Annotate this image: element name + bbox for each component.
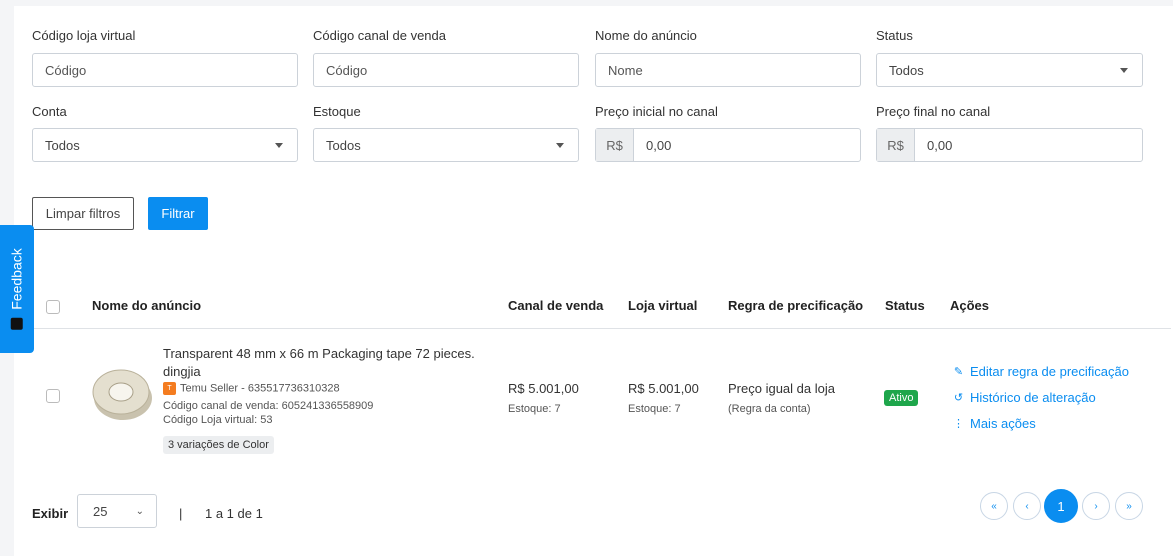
page-size-select[interactable]: 25 ⌄ bbox=[77, 494, 157, 528]
chevron-down-icon bbox=[275, 142, 283, 148]
conta-select[interactable]: Todos bbox=[32, 128, 298, 162]
exibir-label: Exibir bbox=[32, 506, 69, 521]
feedback-icon bbox=[11, 317, 24, 330]
more-actions-link[interactable]: ⋮ Mais ações bbox=[953, 416, 1036, 431]
nome-anuncio-label: Nome do anúncio bbox=[595, 28, 697, 43]
header-nome[interactable]: Nome do anúncio bbox=[92, 298, 201, 313]
status-label: Status bbox=[876, 28, 913, 43]
range-divider: | bbox=[179, 506, 183, 521]
header-acoes: Ações bbox=[950, 298, 990, 313]
edit-icon: ✎ bbox=[953, 366, 964, 378]
more-vertical-icon: ⋮ bbox=[953, 418, 964, 430]
history-icon: ↺ bbox=[953, 392, 964, 404]
last-page-button[interactable]: » bbox=[1115, 492, 1143, 520]
preco-final-label: Preço final no canal bbox=[876, 104, 991, 119]
edit-pricing-rule-link[interactable]: ✎ Editar regra de precificação bbox=[953, 364, 1129, 379]
chevron-down-icon: ⌄ bbox=[135, 505, 144, 517]
preco-inicial-input[interactable]: R$ 0,00 bbox=[595, 128, 861, 162]
codigo-loja-input[interactable]: Código bbox=[32, 53, 298, 87]
status-badge: Ativo bbox=[884, 390, 919, 406]
nome-anuncio-input[interactable]: Nome bbox=[595, 53, 861, 87]
loja-price: R$ 5.001,00 bbox=[628, 381, 699, 396]
codigo-loja-value: Código Loja virtual: 53 bbox=[163, 414, 273, 426]
chevron-down-icon bbox=[1120, 67, 1128, 73]
product-title-line1[interactable]: Transparent 48 mm x 66 m Packaging tape … bbox=[163, 346, 475, 361]
feedback-tab[interactable]: Feedback bbox=[0, 225, 34, 353]
next-page-button[interactable]: › bbox=[1082, 492, 1110, 520]
loja-stock: Estoque: 7 bbox=[628, 403, 681, 415]
clear-filters-button[interactable]: Limpar filtros bbox=[32, 197, 134, 230]
regra-sub: (Regra da conta) bbox=[728, 403, 811, 415]
estoque-label: Estoque bbox=[313, 104, 361, 119]
header-regra[interactable]: Regra de precificação bbox=[728, 298, 863, 313]
codigo-canal-label: Código canal de venda bbox=[313, 28, 446, 43]
temu-logo-icon: T bbox=[163, 382, 176, 395]
prev-page-button[interactable]: ‹ bbox=[1013, 492, 1041, 520]
status-select[interactable]: Todos bbox=[876, 53, 1143, 87]
seller-info: T Temu Seller - 635517736310328 bbox=[163, 382, 340, 395]
preco-final-input[interactable]: R$ 0,00 bbox=[876, 128, 1143, 162]
codigo-canal-input[interactable]: Código bbox=[313, 53, 579, 87]
currency-prefix: R$ bbox=[877, 129, 915, 161]
filter-panel bbox=[14, 6, 1173, 556]
currency-prefix: R$ bbox=[596, 129, 634, 161]
select-all-checkbox[interactable] bbox=[46, 300, 60, 314]
canal-price: R$ 5.001,00 bbox=[508, 381, 579, 396]
preco-inicial-label: Preço inicial no canal bbox=[595, 104, 718, 119]
variations-badge[interactable]: 3 variações de Color bbox=[163, 436, 274, 454]
range-text: 1 a 1 de 1 bbox=[205, 506, 263, 521]
codigo-canal-value: Código canal de venda: 605241336558909 bbox=[163, 400, 374, 412]
canal-stock: Estoque: 7 bbox=[508, 403, 561, 415]
history-link[interactable]: ↺ Histórico de alteração bbox=[953, 390, 1096, 405]
row-checkbox[interactable] bbox=[46, 389, 60, 403]
conta-label: Conta bbox=[32, 104, 67, 119]
filter-button[interactable]: Filtrar bbox=[148, 197, 208, 230]
product-image bbox=[92, 369, 152, 420]
header-canal[interactable]: Canal de venda bbox=[508, 298, 603, 313]
estoque-select[interactable]: Todos bbox=[313, 128, 579, 162]
first-page-button[interactable]: « bbox=[980, 492, 1008, 520]
codigo-loja-label: Código loja virtual bbox=[32, 28, 136, 43]
header-loja[interactable]: Loja virtual bbox=[628, 298, 697, 313]
regra-value: Preço igual da loja bbox=[728, 381, 835, 396]
header-status: Status bbox=[885, 298, 925, 313]
header-divider bbox=[34, 328, 1171, 329]
product-title-line2[interactable]: dingjia bbox=[163, 364, 201, 379]
chevron-down-icon bbox=[556, 142, 564, 148]
page-1-button[interactable]: 1 bbox=[1044, 489, 1078, 523]
